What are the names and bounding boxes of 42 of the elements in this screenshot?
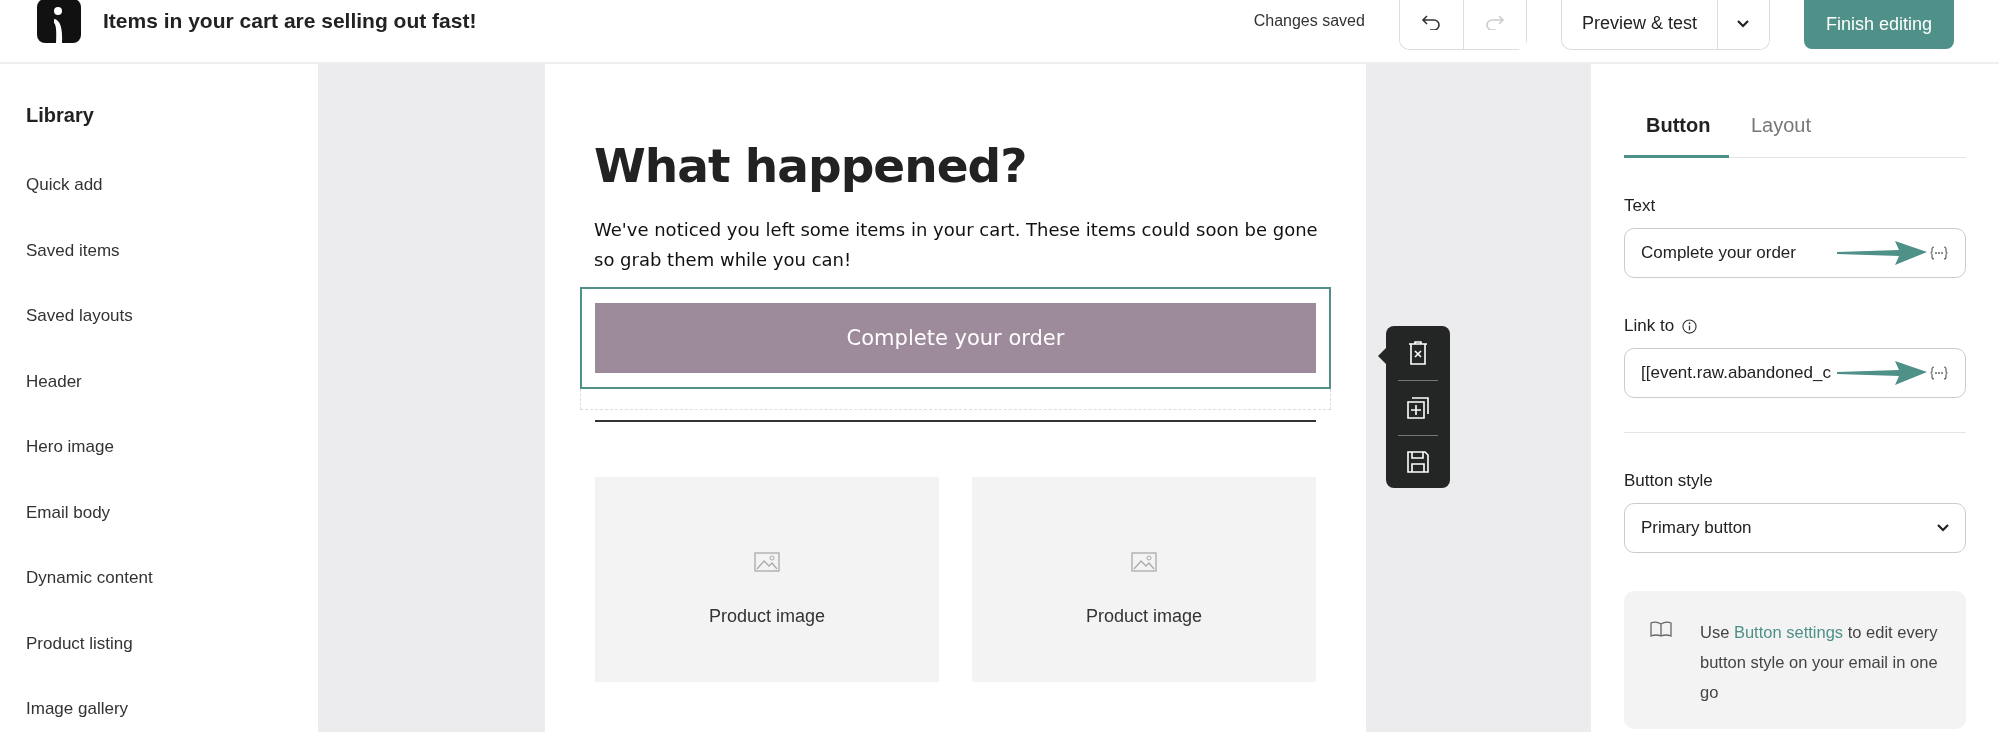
- tip-text: Use Button settings to edit every button style on your email in one go: [1700, 622, 1939, 703]
- library-item[interactable]: Saved layouts: [26, 306, 292, 372]
- undo-icon: [1421, 14, 1442, 30]
- image-icon: [1131, 552, 1157, 572]
- product-label: Product image: [1085, 606, 1203, 627]
- text-field[interactable]: Complete your order: [1624, 228, 1966, 278]
- field-label: Button style: [1624, 471, 1713, 491]
- library-item[interactable]: Quick add: [26, 175, 292, 241]
- image-icon: [754, 552, 780, 572]
- library-item[interactable]: Header: [26, 371, 292, 437]
- delete-icon[interactable]: [1406, 340, 1430, 366]
- save-icon[interactable]: [1406, 450, 1430, 474]
- chevron-icon: [1737, 20, 1750, 28]
- style-select[interactable]: Primary button: [1624, 503, 1966, 553]
- field-value: Complete your order: [1641, 243, 1797, 263]
- library-item[interactable]: Saved items: [26, 240, 292, 306]
- text-field[interactable]: [[event.raw.abandoned_c: [1624, 348, 1966, 398]
- redo-icon: [1484, 14, 1505, 30]
- save-status: Changes saved: [1253, 12, 1365, 30]
- library-item[interactable]: Email body: [26, 502, 292, 568]
- panel-tab[interactable]: Button: [1624, 114, 1729, 158]
- email-paragraph: We've noticed you left some items in your cart. These items could soon be gone so grab them while you can!: [594, 218, 1319, 272]
- field-label: Text: [1624, 196, 1656, 216]
- duplicate-icon[interactable]: [1405, 395, 1431, 421]
- variable-icon[interactable]: [1929, 366, 1949, 380]
- product-label: Product image: [708, 606, 826, 627]
- library-item[interactable]: Product listing: [26, 633, 292, 699]
- library-item[interactable]: Dynamic content: [26, 568, 292, 634]
- email-heading: What happened?: [594, 138, 1028, 193]
- email-title: Items in your cart are selling out fast!: [103, 9, 477, 33]
- finish-editing-button[interactable]: Finish editing: [1803, 0, 1954, 49]
- variable-icon[interactable]: [1929, 246, 1949, 260]
- logo-icon: [37, 0, 81, 43]
- library-title: Library: [26, 104, 95, 127]
- chevron-icon: [1937, 524, 1949, 532]
- panel-tab[interactable]: Layout: [1729, 114, 1834, 158]
- library-item[interactable]: Hero image: [26, 437, 292, 503]
- info-icon[interactable]: [1682, 318, 1698, 334]
- book-icon: [1650, 621, 1672, 637]
- field-value: [[event.raw.abandoned_c: [1641, 363, 1832, 383]
- library-item[interactable]: Image gallery: [26, 699, 292, 732]
- field-label: Link to: [1624, 316, 1675, 336]
